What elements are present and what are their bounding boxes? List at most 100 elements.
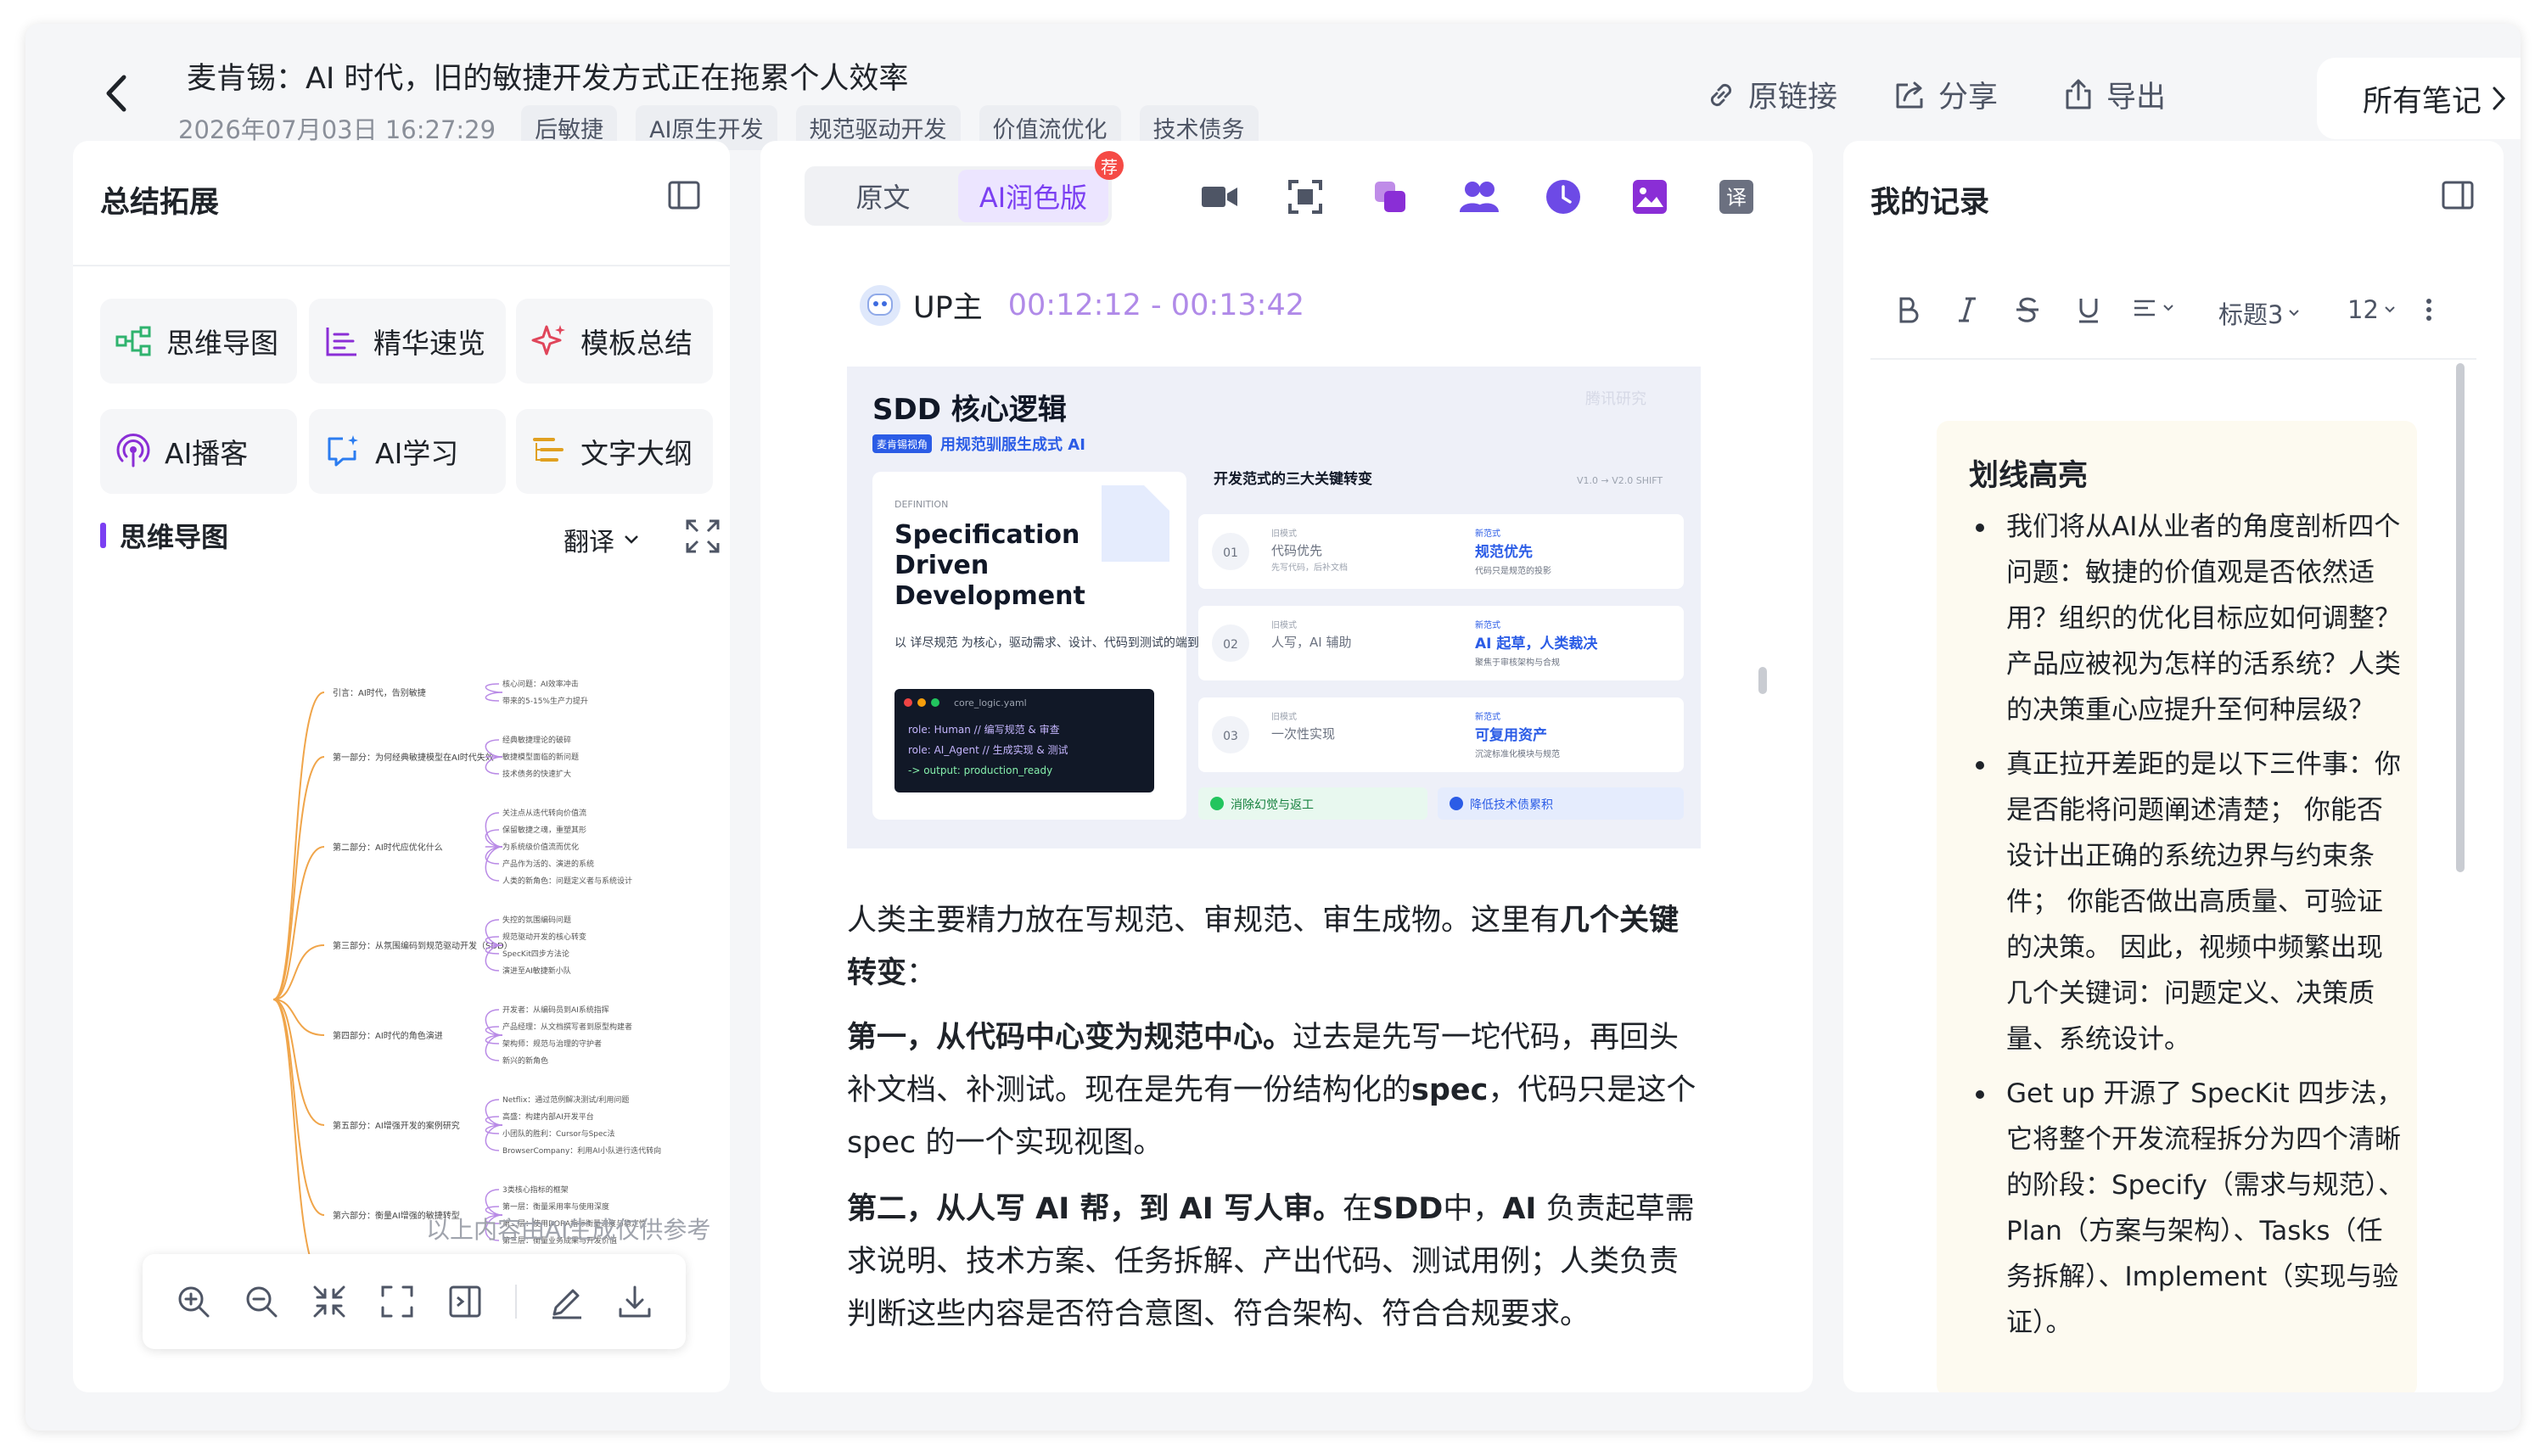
copy-icon[interactable] — [1371, 178, 1409, 216]
avatar — [860, 284, 900, 326]
mindmap-edge — [485, 1009, 503, 1036]
italic-icon[interactable] — [1955, 295, 1979, 324]
edit-icon[interactable] — [549, 1284, 585, 1319]
podcast-tool[interactable]: AI播客 — [100, 409, 297, 494]
heading-level: 标题3 — [2218, 300, 2284, 329]
ai-learn-tool[interactable]: AI学习 — [309, 409, 506, 494]
podcast-icon — [116, 434, 150, 468]
bold-icon[interactable] — [1896, 295, 1920, 324]
slide-def-word: Specification — [894, 520, 1080, 550]
shift-old: 一次性实现 — [1271, 726, 1335, 742]
download-icon[interactable] — [617, 1284, 653, 1319]
strikethrough-icon[interactable] — [2015, 295, 2040, 324]
bold-text: SDD — [1371, 1192, 1444, 1226]
notes-panel: 我的记录 标题3 12 划线高亮 我们将从AI从业者的角度剖析四个问题：敏捷的价… — [1843, 141, 2504, 1392]
chevron-down-icon — [2163, 305, 2173, 311]
translate-dropdown[interactable]: 翻译 — [564, 521, 640, 558]
all-notes-label: 所有笔记 — [2363, 84, 2482, 119]
heading-dropdown[interactable]: 标题3 — [2218, 295, 2300, 331]
speaker-row: UP主 00:12:12 - 00:13:42 — [859, 283, 1304, 327]
transcript-paragraph: 人类主要精力放在写规范、审规范、审生成物。这里有几个关键转变： — [847, 894, 1704, 1000]
chevron-down-icon — [625, 535, 638, 544]
mindmap-leaf: 新兴的新角色 — [502, 1056, 548, 1066]
export-label: 导出 — [2106, 81, 2167, 115]
mindmap-leaf: Netflix：通过范例解决测试/利用问题 — [502, 1095, 629, 1105]
align-dropdown[interactable] — [2132, 295, 2174, 321]
mindmap-leaf: 关注点从迭代转向价值流 — [502, 808, 586, 818]
slide-chip: 麦肯锡视角 — [877, 438, 928, 451]
mindmap-edge — [485, 1116, 503, 1126]
expand-icon[interactable] — [684, 518, 721, 555]
template-tool-label: 模板总结 — [580, 327, 693, 360]
mindmap-leaf: 第一层：衡量采用率与使用深度 — [502, 1201, 609, 1212]
underline-icon[interactable] — [2076, 295, 2101, 324]
back-button[interactable] — [95, 68, 137, 119]
shift-new: AI 起草，人类裁决 — [1475, 635, 1598, 652]
export-button[interactable]: 导出 — [2061, 73, 2166, 116]
slide-def-label: DEFINITION — [894, 499, 948, 510]
image-icon[interactable] — [1631, 178, 1668, 216]
share-icon — [1896, 81, 1923, 108]
summary-panel-title: 总结拓展 — [100, 186, 220, 220]
zoom-in-icon[interactable] — [176, 1284, 211, 1319]
shift-new-tag: 新范式 — [1475, 711, 1500, 722]
chat-ai-icon — [328, 435, 358, 467]
sidebar-icon[interactable] — [447, 1284, 483, 1319]
shift-new-sub: 沉淀标准化模块与规范 — [1475, 748, 1560, 759]
mindmap-leaf: 为系统级价值流而优化 — [502, 842, 579, 852]
mindmap-leaf: 经典敏捷理论的破碎 — [502, 735, 571, 745]
share-button[interactable]: 分享 — [1893, 73, 1998, 116]
slide-code-line: role: AI_Agent // 生成实现 & 测试 — [908, 743, 1068, 756]
slide-image[interactable]: SDD 核心逻辑 麦肯锡视角 用规范驯服生成式 AI 腾讯研究 DEFINITI… — [847, 367, 1701, 848]
mindmap-tool[interactable]: 思维导图 — [100, 299, 297, 384]
outline-tool-label: 文字大纲 — [580, 437, 693, 470]
mindmap-leaf: 演进至AI敏捷新小队 — [502, 966, 571, 976]
outline-tool[interactable]: 文字大纲 — [516, 409, 713, 494]
mindmap-toolbar — [143, 1254, 686, 1349]
mindmap-leaf: 规范驱动开发的核心转变 — [502, 932, 586, 942]
notes-scrollbar[interactable] — [2456, 363, 2465, 872]
original-link-button[interactable]: 原链接 — [1704, 73, 1837, 116]
mindmap-node: 第一部分：为何经典敏捷模型在AI时代失效 — [333, 752, 494, 763]
slide-scrollbar[interactable] — [1758, 667, 1767, 694]
highlight-item[interactable]: 真正拉开差距的是以下三件事：你是否能将问题阐述清楚； 你能否设计出正确的系统边界… — [1967, 742, 2409, 1062]
tab-original[interactable]: 原文 — [808, 170, 958, 222]
slide-pill: 降低技术债累积 — [1470, 798, 1553, 812]
highlight-item[interactable]: 我们将从AI从业者的角度剖析四个问题：敏捷的价值观是否依然适用？组织的优化目标应… — [1967, 504, 2409, 733]
shift-number: 03 — [1223, 730, 1238, 743]
template-tool[interactable]: 模板总结 — [516, 299, 713, 384]
translate-icon[interactable]: 译 — [1718, 178, 1755, 216]
zoom-out-icon[interactable] — [244, 1284, 279, 1319]
more-icon[interactable] — [2424, 295, 2434, 324]
panel-toggle-icon[interactable] — [667, 180, 701, 210]
mindmap-edge — [272, 846, 325, 1000]
screenshot-icon[interactable] — [1287, 178, 1324, 216]
highlight-card: 划线高亮 我们将从AI从业者的角度剖析四个问题：敏捷的价值观是否依然适用？组织的… — [1937, 421, 2417, 1392]
panel-toggle-icon[interactable] — [2441, 180, 2475, 210]
fit-screen-icon[interactable] — [379, 1284, 415, 1319]
mindmap-canvas[interactable]: 引言：AI时代，告别敏捷 核心问题：AI效率冲击 带来的5-15%生产力提升 第一部分… — [154, 660, 698, 1356]
timestamp-range[interactable]: 00:12:12 - 00:13:42 — [1008, 288, 1304, 322]
mindmap-leaf: 高盛：构建内部AI开发平台 — [502, 1112, 594, 1122]
mindmap-leaf: 带来的5-15%生产力提升 — [502, 696, 588, 706]
highlights-tool[interactable]: 精华速览 — [309, 299, 506, 384]
mindmap-leaf: 产品经理：从文档撰写者到原型构建者 — [502, 1022, 632, 1032]
highlight-item[interactable]: Get up 开源了 SpecKit 四步法，它将整个开发流程拆分为四个清晰的阶… — [1967, 1071, 2409, 1346]
share-label: 分享 — [1938, 81, 1999, 115]
clock-icon[interactable] — [1545, 178, 1582, 216]
mindmap-node: 第四部分：AI时代的角色演进 — [333, 1030, 443, 1041]
mindmap-leaf: SpecKit四步方法论 — [502, 949, 569, 959]
mindmap-graph[interactable]: 引言：AI时代，告别敏捷 核心问题：AI效率冲击带来的5-15%生产力提升第一部分… — [154, 660, 698, 1356]
font-size-dropdown[interactable]: 12 — [2347, 295, 2396, 324]
mindmap-leaf: BrowserCompany：利用AI小队进行迭代转向 — [502, 1145, 661, 1156]
divider — [1870, 358, 2476, 360]
chevron-left-icon — [106, 75, 126, 112]
original-link-label: 原链接 — [1748, 81, 1838, 115]
video-icon[interactable] — [1200, 178, 1239, 216]
all-notes-button[interactable]: 所有笔记 — [2317, 58, 2521, 139]
ai-disclaimer: 以上内容由AI生成仅供参考 — [426, 1216, 711, 1244]
tab-ai-polished[interactable]: AI润色版 — [958, 170, 1108, 222]
collapse-icon[interactable] — [311, 1284, 347, 1319]
shift-number: 02 — [1223, 638, 1238, 652]
people-icon[interactable] — [1458, 178, 1500, 216]
